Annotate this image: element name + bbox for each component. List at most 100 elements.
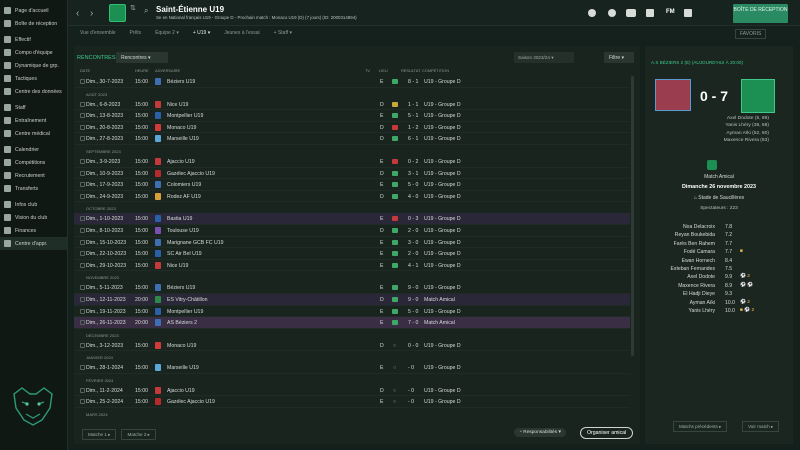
match-result[interactable]: 5 - 0 xyxy=(408,309,418,315)
ball-icon[interactable] xyxy=(588,9,596,17)
match-competition[interactable]: U19 - Groupe D xyxy=(424,251,461,257)
back-arrow-icon[interactable]: ‹ xyxy=(76,8,79,19)
subnav-tab-1[interactable]: Prêts xyxy=(130,30,142,36)
match-result[interactable]: 9 - 0 xyxy=(408,285,418,291)
filter-button[interactable]: Filtre ▾ xyxy=(604,52,634,63)
match-result[interactable]: 5 - 0 xyxy=(408,182,418,188)
match-competition[interactable]: Match Amical xyxy=(424,297,455,303)
match-result[interactable]: 3 - 1 xyxy=(408,171,418,177)
opponent-name[interactable]: Rodez AF U19 xyxy=(167,194,201,200)
opponent-name[interactable]: Marseille U19 xyxy=(167,365,199,371)
opponent-name[interactable]: AS Béziers 2 xyxy=(167,320,197,326)
player-name[interactable]: Farès Ben Rahem xyxy=(674,241,715,247)
opponent-name[interactable]: Colomiers U19 xyxy=(167,182,201,188)
sidebar-item-12[interactable]: Recrutement xyxy=(0,169,67,182)
match-competition[interactable]: U19 - Groupe D xyxy=(424,240,461,246)
match-result[interactable]: 3 - 0 xyxy=(408,240,418,246)
opponent-name[interactable]: SC Air Bel U19 xyxy=(167,251,202,257)
match-competition[interactable]: U19 - Groupe D xyxy=(424,171,461,177)
sidebar-item-4[interactable]: Dynamique de grp. xyxy=(0,59,67,72)
previous-matches-button[interactable]: Matchs précédents ▸ xyxy=(673,421,728,432)
scrollbar[interactable] xyxy=(631,76,634,356)
table-row[interactable]: Dim., 3-9-2023 15:00 Ajaccio U19 E 0 - 2 U19 … xyxy=(74,156,630,168)
calendar-small-icon[interactable] xyxy=(646,9,654,17)
match-result[interactable]: 4 - 0 xyxy=(408,194,418,200)
match-result[interactable]: 2 - 0 xyxy=(408,251,418,257)
table-row[interactable]: Dim., 17-9-2023 15:00 Colomiers U19 E 5 - 0 U… xyxy=(74,179,630,191)
player-name[interactable]: Esteban Fernandes xyxy=(671,266,715,272)
table-row[interactable]: Dim., 15-10-2023 15:00 Marignane GCB FC U1… xyxy=(74,237,630,249)
sidebar-item-3[interactable]: Compo d'équipe xyxy=(0,46,67,59)
sidebar-item-17[interactable]: Centre d'appr. xyxy=(0,237,67,250)
row-checkbox-icon[interactable] xyxy=(80,136,85,142)
match-result[interactable]: 0 - 0 xyxy=(408,343,418,349)
match-result[interactable]: - 0 xyxy=(408,388,414,394)
sidebar-item-1[interactable]: Boîte de réception xyxy=(0,17,67,30)
opponent-name[interactable]: Ajaccio U19 xyxy=(167,159,195,165)
sidebar-item-10[interactable]: Calendrier xyxy=(0,143,67,156)
table-row[interactable]: Dim., 27-8-2023 15:00 Marseille U19 D 6 - 1 U… xyxy=(74,133,630,145)
table-row[interactable]: Dim., 24-9-2023 15:00 Rodez AF U19 D 4 - 0 U1… xyxy=(74,191,630,203)
match-competition[interactable]: U19 - Groupe D xyxy=(424,102,461,108)
opponent-name[interactable]: Béziers U19 xyxy=(167,79,195,85)
row-checkbox-icon[interactable] xyxy=(80,251,85,257)
match-competition[interactable]: U19 - Groupe D xyxy=(424,136,461,142)
row-checkbox-icon[interactable] xyxy=(80,182,85,188)
match-result[interactable]: 2 - 0 xyxy=(408,228,418,234)
table-row[interactable]: Dim., 26-11-2023 20:00 AS Béziers 2 E 7 - 0 M… xyxy=(74,317,630,329)
favorites-button[interactable]: FAVORIS xyxy=(735,29,767,39)
player-name[interactable]: Reyan Boukebida xyxy=(675,232,715,238)
row-checkbox-icon[interactable] xyxy=(80,285,85,291)
opponent-name[interactable]: Nice U19 xyxy=(167,102,188,108)
club-crest-icon[interactable] xyxy=(109,4,126,22)
table-row[interactable]: Dim., 25-2-2024 15:00 Gazélec Ajaccio U19 E… xyxy=(74,396,630,409)
table-row[interactable]: Dim., 29-10-2023 15:00 Nice U19 E 4 - 1 U19 -… xyxy=(74,260,630,272)
responsibilities-button[interactable]: ◔ Responsabilités ▾ xyxy=(514,428,566,437)
row-checkbox-icon[interactable] xyxy=(80,124,85,130)
opponent-name[interactable]: Béziers U19 xyxy=(167,285,195,291)
forward-arrow-icon[interactable]: › xyxy=(90,8,93,19)
help-icon[interactable] xyxy=(608,9,616,17)
match-competition[interactable]: U19 - Groupe D xyxy=(424,343,461,349)
player-name[interactable]: El Hadji Dieye xyxy=(683,291,715,297)
match-competition[interactable]: U19 - Groupe D xyxy=(424,365,461,371)
rating-row[interactable]: Yanis Lhéry 10.0 ■ ⚽ 2 xyxy=(655,308,785,316)
match-competition[interactable]: Match Amical xyxy=(424,320,455,326)
rating-row[interactable]: Axel Dodote 9.9 ⚽ 2 xyxy=(655,274,785,282)
table-row[interactable]: Dim., 6-8-2023 15:00 Nice U19 D 1 - 1 U19 - G… xyxy=(74,99,630,111)
rating-row[interactable]: Farès Ben Rahem 7.7 xyxy=(655,241,785,249)
matche-1-button[interactable]: Matche 1 ▸ xyxy=(82,429,117,440)
table-row[interactable]: Dim., 1-10-2023 15:00 Bastia U19 E 0 - 3 U19 … xyxy=(74,213,630,225)
season-dropdown[interactable]: Saison 2023/24 ▾ xyxy=(514,52,574,63)
match-result[interactable]: 1 - 1 xyxy=(408,102,418,108)
opponent-name[interactable]: Gazélec Ajaccio U19 xyxy=(167,171,215,177)
menu-icon[interactable] xyxy=(684,9,692,17)
table-row[interactable]: Dim., 13-8-2023 15:00 Montpellier U19 E 5 - … xyxy=(74,110,630,122)
sidebar-item-7[interactable]: Staff xyxy=(0,101,67,114)
match-result[interactable]: 5 - 1 xyxy=(408,113,418,119)
home-team-crest-icon[interactable] xyxy=(655,79,691,111)
match-result[interactable]: 8 - 1 xyxy=(408,79,418,85)
table-row[interactable]: Dim., 30-7-2023 15:00 Béziers U19 E 8 - 1 U19… xyxy=(74,76,630,88)
match-competition[interactable]: U19 - Groupe D xyxy=(424,388,461,394)
row-checkbox-icon[interactable] xyxy=(80,308,85,314)
table-row[interactable]: Dim., 28-1-2024 15:00 Marseille U19 E ○ - 0 U1… xyxy=(74,362,630,374)
rating-row[interactable]: Fodé Camara 7.7 ■ xyxy=(655,249,785,257)
table-row[interactable]: Dim., 20-8-2023 15:00 Monaco U19 D 1 - 2 U19 … xyxy=(74,122,630,134)
rating-row[interactable]: Ayman Aïki 10.0 ⚽ 2 xyxy=(655,300,785,308)
rating-row[interactable]: Esteban Fernandes 7.5 xyxy=(655,266,785,274)
match-result[interactable]: 9 - 0 xyxy=(408,297,418,303)
row-checkbox-icon[interactable] xyxy=(80,113,85,119)
match-competition[interactable]: U19 - Groupe D xyxy=(424,228,461,234)
player-name[interactable]: Yanis Lhéry xyxy=(688,308,715,314)
match-competition[interactable]: U19 - Groupe D xyxy=(424,79,461,85)
row-checkbox-icon[interactable] xyxy=(80,216,85,222)
player-name[interactable]: Noa Delacroix xyxy=(683,224,715,230)
match-competition[interactable]: U19 - Groupe D xyxy=(424,285,461,291)
away-team-crest-icon[interactable] xyxy=(741,79,775,113)
opponent-name[interactable]: Nice U19 xyxy=(167,263,188,269)
col-resultat[interactable]: RÉSULTAT xyxy=(401,68,420,73)
row-checkbox-icon[interactable] xyxy=(80,296,85,302)
row-checkbox-icon[interactable] xyxy=(80,227,85,233)
sidebar-item-8[interactable]: Entraînement xyxy=(0,114,67,127)
